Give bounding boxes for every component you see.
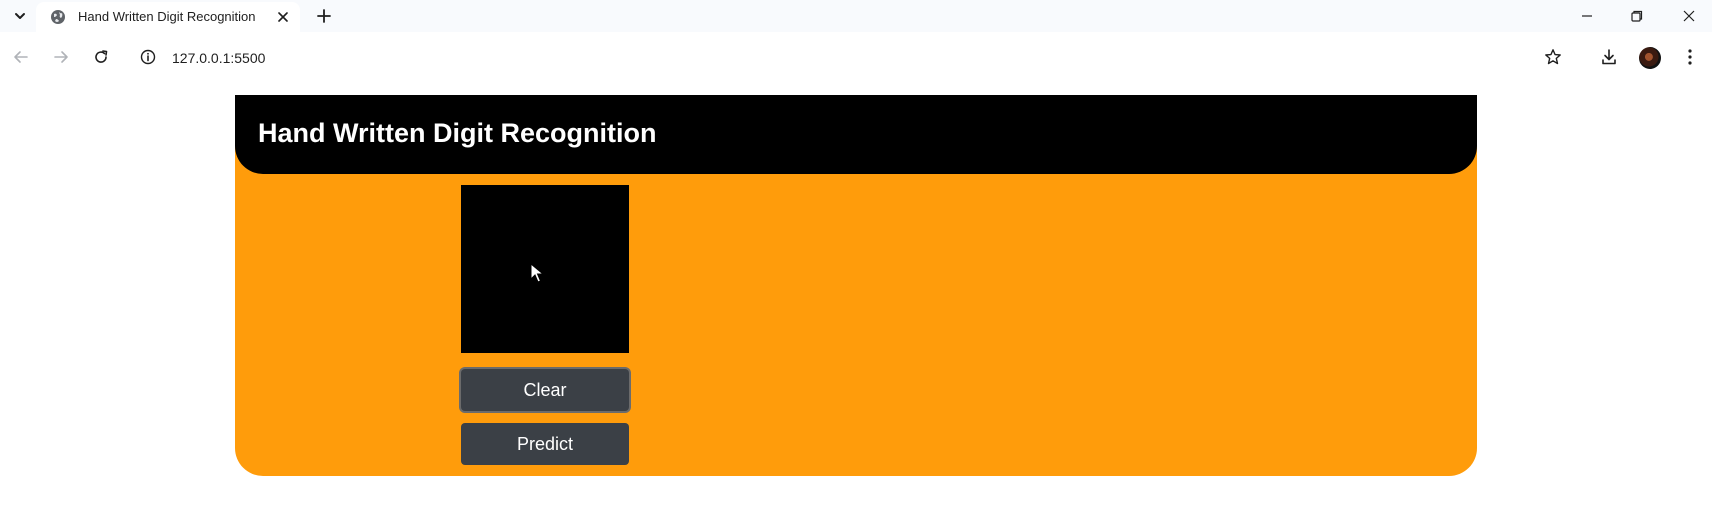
reload-button[interactable] <box>89 45 113 69</box>
minimize-icon <box>1582 15 1592 17</box>
tab-title: Hand Written Digit Recognition <box>78 9 256 24</box>
predict-button[interactable]: Predict <box>461 423 629 465</box>
minimize-button[interactable] <box>1564 2 1610 30</box>
tab-search-button[interactable] <box>8 4 32 28</box>
browser-chrome: Hand Written Digit Recognition 127.0.0.1… <box>0 0 1712 95</box>
page-title: Hand Written Digit Recognition <box>258 118 657 148</box>
bookmark-button[interactable] <box>1541 45 1565 69</box>
mouse-pointer-icon <box>530 263 544 283</box>
forward-button[interactable] <box>49 45 73 69</box>
browser-toolbar: 127.0.0.1:5500 <box>0 32 1712 95</box>
close-icon <box>1683 10 1695 22</box>
arrow-left-icon <box>14 51 28 63</box>
restore-icon <box>1631 10 1643 22</box>
app-header: Hand Written Digit Recognition <box>235 95 1477 174</box>
back-button[interactable] <box>9 45 33 69</box>
close-icon <box>278 12 288 22</box>
restore-button[interactable] <box>1614 2 1660 30</box>
avatar[interactable] <box>1639 47 1661 69</box>
downloads-button[interactable] <box>1597 45 1621 69</box>
star-icon <box>1545 49 1561 65</box>
chevron-down-icon <box>15 13 25 19</box>
plus-icon <box>317 9 331 23</box>
info-icon[interactable] <box>140 49 156 65</box>
close-window-button[interactable] <box>1666 2 1712 30</box>
drawing-canvas[interactable] <box>461 185 629 353</box>
tab-strip: Hand Written Digit Recognition <box>0 0 1712 32</box>
clear-button[interactable]: Clear <box>461 369 629 411</box>
download-icon <box>1602 49 1616 65</box>
kebab-menu-icon <box>1688 49 1692 65</box>
address-bar[interactable]: 127.0.0.1:5500 <box>132 40 1532 74</box>
page-viewport: Hand Written Digit Recognition Clear Pre… <box>0 95 1712 509</box>
new-tab-button[interactable] <box>312 4 336 28</box>
globe-icon <box>51 10 65 24</box>
reload-icon <box>95 50 108 63</box>
arrow-right-icon <box>54 51 68 63</box>
active-tab[interactable]: Hand Written Digit Recognition <box>36 2 300 32</box>
url-text[interactable]: 127.0.0.1:5500 <box>172 50 265 66</box>
tab-close-button[interactable] <box>274 8 292 26</box>
browser-menu-button[interactable] <box>1678 45 1702 69</box>
app-card: Hand Written Digit Recognition Clear Pre… <box>235 95 1477 476</box>
